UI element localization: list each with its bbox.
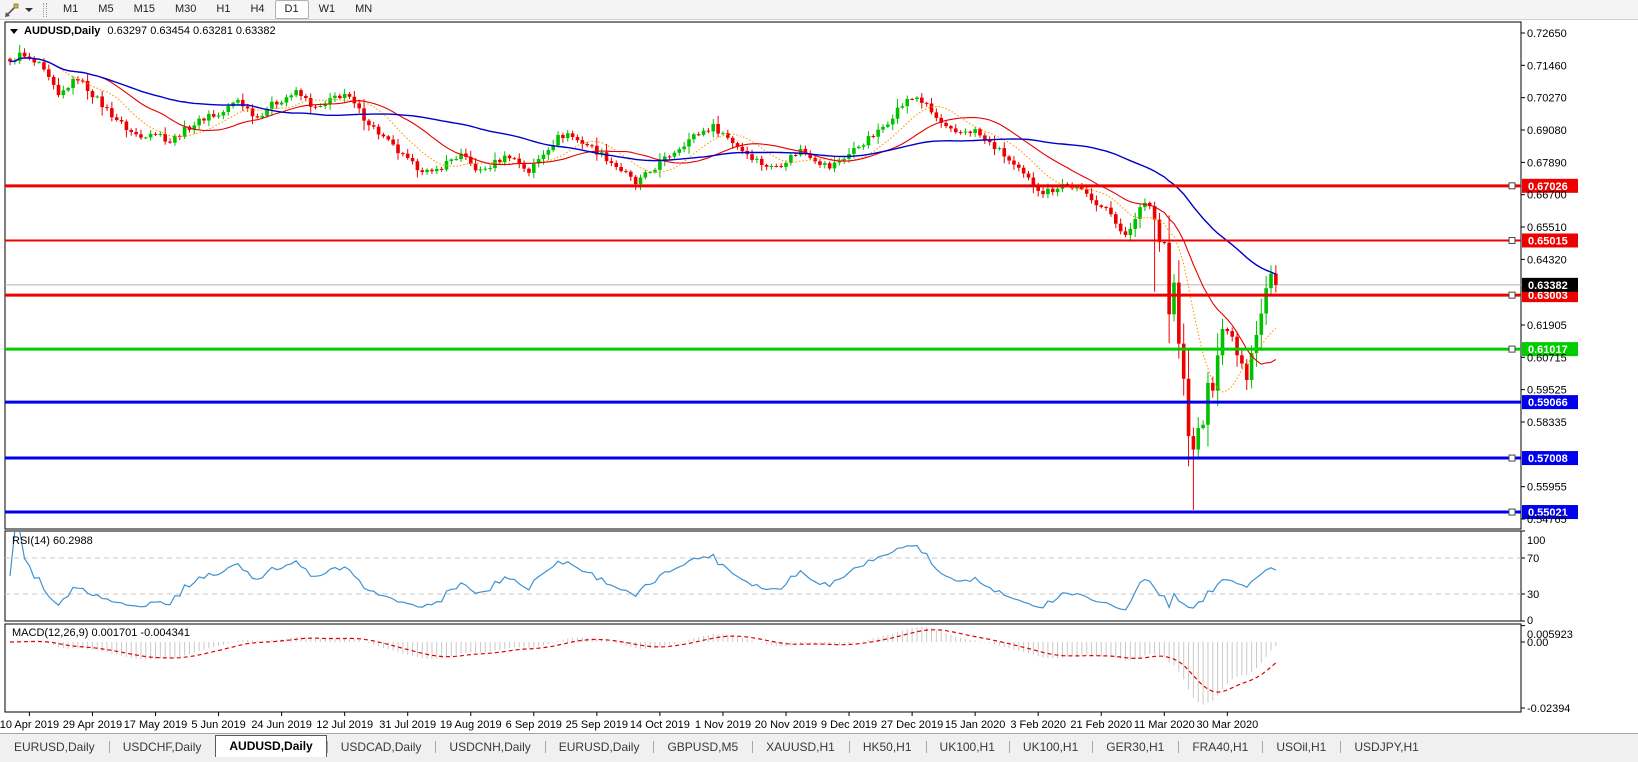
trendline-draw-icon (4, 2, 20, 18)
svg-text:15 Jan 2020: 15 Jan 2020 (945, 719, 1006, 731)
svg-text:29 Apr 2019: 29 Apr 2019 (63, 719, 122, 731)
timeframe-button-h4[interactable]: H4 (240, 0, 274, 19)
svg-text:0.55955: 0.55955 (1527, 482, 1567, 494)
svg-text:0.66700: 0.66700 (1527, 190, 1567, 202)
svg-text:0.59525: 0.59525 (1527, 385, 1567, 397)
svg-text:0.60715: 0.60715 (1527, 352, 1567, 364)
chart-tab-14-usdjpy[interactable]: USDJPY,H1 (1340, 737, 1432, 758)
svg-text:1 Nov 2019: 1 Nov 2019 (695, 719, 751, 731)
timeframe-button-m30[interactable]: M30 (165, 0, 206, 19)
svg-text:0.58335: 0.58335 (1527, 417, 1567, 429)
svg-text:0.54765: 0.54765 (1527, 514, 1567, 526)
svg-text:0.69080: 0.69080 (1527, 125, 1567, 137)
timeframe-button-w1[interactable]: W1 (309, 0, 346, 19)
toolbar-grip (43, 3, 47, 17)
svg-text:0: 0 (1527, 615, 1533, 627)
chart-tab-11-ger30[interactable]: GER30,H1 (1092, 737, 1178, 758)
svg-text:0.59066: 0.59066 (1528, 397, 1568, 409)
svg-text:25 Sep 2019: 25 Sep 2019 (566, 719, 628, 731)
svg-text:3 Feb 2020: 3 Feb 2020 (1010, 719, 1066, 731)
svg-text:0.63003: 0.63003 (1528, 290, 1568, 302)
chart-tab-13-usoil[interactable]: USOil,H1 (1262, 737, 1340, 758)
symbol-period-label: AUDUSD,Daily (24, 25, 100, 37)
chart-tab-12-fra40[interactable]: FRA40,H1 (1178, 737, 1262, 758)
toolbar: M1M5M15M30H1H4D1W1MN (0, 0, 1638, 20)
svg-text:10 Apr 2019: 10 Apr 2019 (0, 719, 59, 731)
timeframe-button-m15[interactable]: M15 (124, 0, 165, 19)
svg-text:21 Feb 2020: 21 Feb 2020 (1070, 719, 1132, 731)
svg-text:0.71460: 0.71460 (1527, 60, 1567, 72)
ohlc-values: 0.63297 0.63454 0.63281 0.63382 (107, 25, 275, 37)
svg-text:0.72650: 0.72650 (1527, 28, 1567, 40)
timeframe-button-d1[interactable]: D1 (275, 0, 309, 19)
timeframe-button-group: M1M5M15M30H1H4D1W1MN (53, 0, 382, 19)
chart-tab-7-xauusd[interactable]: XAUUSD,H1 (752, 737, 849, 758)
chart-title: AUDUSD,Daily 0.63297 0.63454 0.63281 0.6… (10, 25, 276, 37)
svg-text:0.57008: 0.57008 (1528, 453, 1568, 465)
svg-text:100: 100 (1527, 535, 1545, 547)
svg-text:27 Dec 2019: 27 Dec 2019 (881, 719, 943, 731)
svg-text:24 Jun 2019: 24 Jun 2019 (251, 719, 312, 731)
svg-text:0.65015: 0.65015 (1528, 235, 1568, 247)
current-price-label: 0.63382 (1522, 278, 1578, 292)
timeframe-button-m1[interactable]: M1 (53, 0, 88, 19)
mt4-window: M1M5M15M30H1H4D1W1MN 0.670260.650150.630… (0, 0, 1638, 762)
svg-text:-0.02394: -0.02394 (1527, 703, 1570, 715)
chart-tab-10-uk100[interactable]: UK100,H1 (1009, 737, 1092, 758)
chart-canvas[interactable]: 0.670260.650150.630030.610170.590660.570… (0, 0, 1638, 733)
chart-tab-0-eurusd[interactable]: EURUSD,Daily (0, 737, 109, 758)
svg-text:0.00: 0.00 (1527, 637, 1548, 649)
svg-text:12 Jul 2019: 12 Jul 2019 (316, 719, 373, 731)
timeframe-button-mn[interactable]: MN (345, 0, 382, 19)
timeframe-button-h1[interactable]: H1 (206, 0, 240, 19)
svg-text:70: 70 (1527, 553, 1539, 565)
svg-text:0.61905: 0.61905 (1527, 320, 1567, 332)
svg-text:31 Jul 2019: 31 Jul 2019 (379, 719, 436, 731)
chart-tab-9-uk100[interactable]: UK100,H1 (926, 737, 1009, 758)
chart-menu-caret-icon[interactable] (10, 29, 18, 34)
draw-tool-button[interactable] (0, 2, 37, 18)
chevron-down-icon[interactable] (25, 8, 33, 12)
chart-tab-8-hk50[interactable]: HK50,H1 (849, 737, 926, 758)
svg-text:6 Sep 2019: 6 Sep 2019 (506, 719, 562, 731)
svg-text:17 May 2019: 17 May 2019 (124, 719, 188, 731)
svg-text:5 Jun 2019: 5 Jun 2019 (191, 719, 245, 731)
svg-text:30 Mar 2020: 30 Mar 2020 (1196, 719, 1258, 731)
svg-text:20 Nov 2019: 20 Nov 2019 (755, 719, 817, 731)
chart-tab-bar: EURUSD,DailyUSDCHF,DailyAUDUSD,DailyUSDC… (0, 733, 1638, 758)
svg-text:0.63382: 0.63382 (1528, 280, 1568, 292)
svg-text:14 Oct 2019: 14 Oct 2019 (630, 719, 690, 731)
chart-tab-3-usdcad[interactable]: USDCAD,Daily (327, 737, 436, 758)
svg-text:0.67890: 0.67890 (1527, 157, 1567, 169)
timeframe-button-m5[interactable]: M5 (88, 0, 123, 19)
chart-tab-2-audusd[interactable]: AUDUSD,Daily (215, 735, 326, 758)
svg-text:19 Aug 2019: 19 Aug 2019 (440, 719, 502, 731)
chart-tab-5-eurusd[interactable]: EURUSD,Daily (545, 737, 654, 758)
svg-text:9 Dec 2019: 9 Dec 2019 (821, 719, 877, 731)
svg-text:30: 30 (1527, 589, 1539, 601)
chart-area[interactable]: 0.670260.650150.630030.610170.590660.570… (0, 20, 1638, 733)
rsi-indicator-label: RSI(14) 60.2988 (12, 535, 93, 547)
svg-text:0.70270: 0.70270 (1527, 93, 1567, 105)
chart-tab-1-usdchf[interactable]: USDCHF,Daily (109, 737, 216, 758)
svg-text:0.65510: 0.65510 (1527, 222, 1567, 234)
chart-tab-6-gbpusd[interactable]: GBPUSD,M5 (653, 737, 752, 758)
svg-text:0.64320: 0.64320 (1527, 254, 1567, 266)
chart-tab-4-usdcnh[interactable]: USDCNH,Daily (435, 737, 544, 758)
status-strip (0, 757, 1638, 762)
svg-text:11 Mar 2020: 11 Mar 2020 (1134, 719, 1195, 731)
macd-indicator-label: MACD(12,26,9) 0.001701 -0.004341 (12, 627, 190, 639)
